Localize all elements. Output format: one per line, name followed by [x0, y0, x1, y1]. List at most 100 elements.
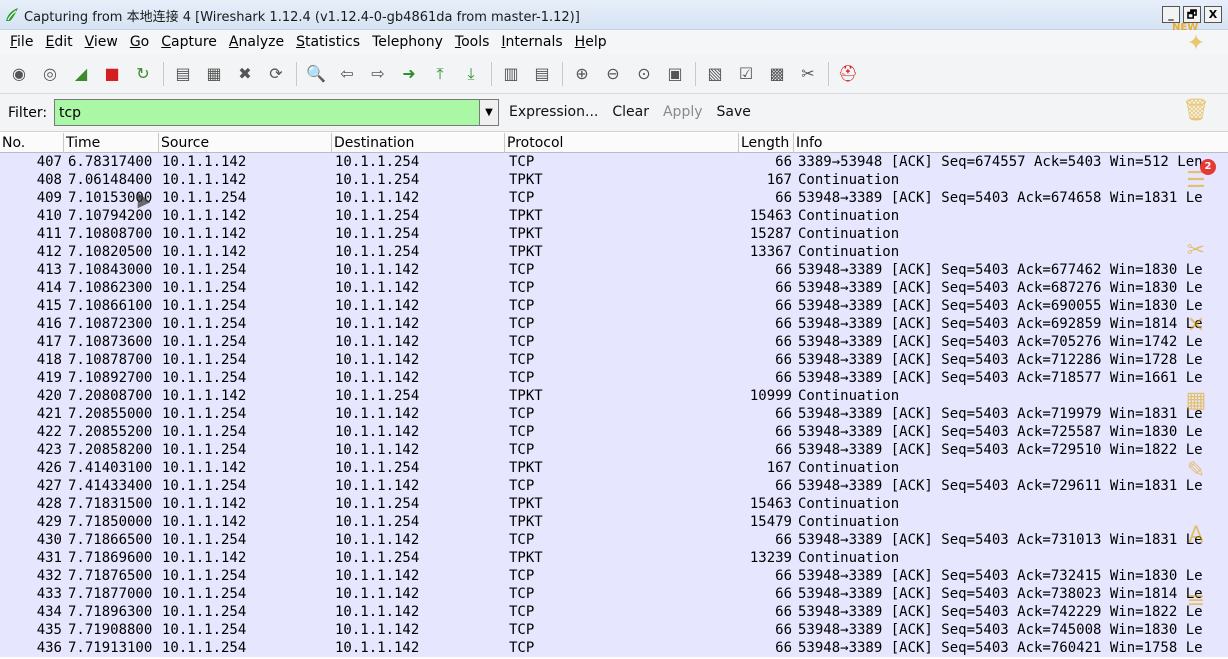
packet-row[interactable]: 409 7.10153000 10.1.1.254 10.1.1.142 TCP 66 53… [0, 189, 1228, 207]
restore-button[interactable]: 🗗 [1183, 6, 1201, 23]
packet-row[interactable]: 422 7.20855200 10.1.1.254 10.1.1.142 TCP 66 53… [0, 423, 1228, 441]
packet-row[interactable]: 408 7.06148400 10.1.1.142 10.1.1.254 TPKT 167… [0, 171, 1228, 189]
go-first-icon[interactable]: ⤒ [427, 61, 453, 87]
packet-row[interactable]: 421 7.20855000 10.1.1.254 10.1.1.142 TCP 66 53… [0, 405, 1228, 423]
cell-no: 429 [36, 514, 62, 530]
column-header-time[interactable]: Time [64, 133, 159, 153]
expression-button[interactable]: Expression... [509, 104, 598, 120]
packet-row[interactable]: 431 7.71869600 10.1.1.142 10.1.1.254 TPKT 132… [0, 549, 1228, 567]
menu-telephony[interactable]: Telephony [366, 34, 449, 50]
clear-button[interactable]: Clear [612, 104, 649, 120]
capture-filters-icon[interactable]: ▧ [702, 61, 728, 87]
menu-capture[interactable]: Capture [155, 34, 223, 50]
menu-help[interactable]: Help [569, 34, 613, 50]
close-file-icon[interactable]: ✖ [232, 61, 258, 87]
reload-icon[interactable]: ⟳ [263, 61, 289, 87]
packet-row[interactable]: 430 7.71866500 10.1.1.254 10.1.1.142 TCP 66 53… [0, 531, 1228, 549]
packet-row[interactable]: 414 7.10862300 10.1.1.254 10.1.1.142 TCP 66 53… [0, 279, 1228, 297]
apply-button[interactable]: Apply [663, 104, 703, 120]
packet-row[interactable]: 429 7.71850000 10.1.1.142 10.1.1.254 TPKT 154… [0, 513, 1228, 531]
display-filters-icon[interactable]: ☑ [733, 61, 759, 87]
packet-row[interactable]: 411 7.10808700 10.1.1.142 10.1.1.254 TPKT 152… [0, 225, 1228, 243]
packet-row[interactable]: 435 7.71908800 10.1.1.254 10.1.1.142 TCP 66 53… [0, 621, 1228, 639]
cell-destination: 10.1.1.142 [335, 622, 420, 638]
column-header-no[interactable]: No. [0, 133, 64, 153]
cell-no: 418 [36, 352, 62, 368]
interface-list-icon[interactable]: ◉ [6, 61, 32, 87]
packet-row[interactable]: 416 7.10872300 10.1.1.254 10.1.1.142 TCP 66 53… [0, 315, 1228, 333]
column-header-length[interactable]: Length [739, 133, 794, 153]
open-file-icon[interactable]: ▤ [170, 61, 196, 87]
zoom-in-icon[interactable]: ⊕ [569, 61, 595, 87]
go-back-icon[interactable]: ⇦ [334, 61, 360, 87]
packet-row[interactable]: 426 7.41403100 10.1.1.142 10.1.1.254 TPKT 167… [0, 459, 1228, 477]
find-packet-icon[interactable]: 🔍 [303, 61, 329, 87]
packet-row[interactable]: 434 7.71896300 10.1.1.254 10.1.1.142 TCP 66 53… [0, 603, 1228, 621]
packet-row[interactable]: 427 7.41433400 10.1.1.254 10.1.1.142 TCP 66 53… [0, 477, 1228, 495]
cell-no: 434 [36, 604, 62, 620]
start-capture-icon[interactable]: ◢ [68, 61, 94, 87]
menu-statistics[interactable]: Statistics [290, 34, 366, 50]
cell-protocol: TCP [509, 334, 535, 350]
packet-row[interactable]: 410 7.10794200 10.1.1.142 10.1.1.254 TPKT 154… [0, 207, 1228, 225]
zoom-out-icon[interactable]: ⊖ [600, 61, 626, 87]
save-file-icon[interactable]: ▦ [201, 61, 227, 87]
column-header-destination[interactable]: Destination [332, 133, 505, 153]
close-button[interactable]: X [1204, 6, 1222, 23]
packet-row[interactable]: 417 7.10873600 10.1.1.254 10.1.1.142 TCP 66 53… [0, 333, 1228, 351]
cell-destination: 10.1.1.142 [335, 424, 420, 440]
cell-source: 10.1.1.142 [162, 550, 247, 566]
packet-row[interactable]: 407 6.78317400 10.1.1.142 10.1.1.254 TCP 66 33… [0, 153, 1228, 171]
menu-internals[interactable]: Internals [495, 34, 568, 50]
packet-row[interactable]: 428 7.71831500 10.1.1.142 10.1.1.254 TPKT 154… [0, 495, 1228, 513]
menu-view[interactable]: View [79, 34, 124, 50]
save-button[interactable]: Save [717, 104, 751, 120]
menu-edit[interactable]: Edit [39, 34, 78, 50]
packet-row[interactable]: 436 7.71913100 10.1.1.254 10.1.1.142 TCP 66 53… [0, 639, 1228, 657]
zoom-normal-icon[interactable]: ⊙ [631, 61, 657, 87]
menu-go[interactable]: Go [124, 34, 155, 50]
cell-no: 410 [36, 208, 62, 224]
packet-row[interactable]: 423 7.20858200 10.1.1.254 10.1.1.142 TCP 66 53… [0, 441, 1228, 459]
filter-dropdown-button[interactable]: ▼ [480, 99, 499, 126]
cell-source: 10.1.1.254 [162, 190, 247, 206]
go-forward-icon[interactable]: ⇨ [365, 61, 391, 87]
packet-row[interactable]: 433 7.71877000 10.1.1.254 10.1.1.142 TCP 66 53… [0, 585, 1228, 603]
auto-scroll-icon[interactable]: ▤ [529, 61, 555, 87]
cell-time: 7.10878700 [68, 352, 153, 368]
column-header-protocol[interactable]: Protocol [505, 133, 739, 153]
colorize-icon[interactable]: ▥ [498, 61, 524, 87]
cell-length: 66 [775, 190, 792, 206]
cell-no: 428 [36, 496, 62, 512]
menu-analyze[interactable]: Analyze [223, 34, 290, 50]
cell-protocol: TPKT [509, 460, 543, 476]
menu-file[interactable]: File [4, 34, 39, 50]
restart-capture-icon[interactable]: ↻ [130, 61, 156, 87]
cell-protocol: TPKT [509, 244, 543, 260]
packet-row[interactable]: 418 7.10878700 10.1.1.254 10.1.1.142 TCP 66 53… [0, 351, 1228, 369]
cell-protocol: TPKT [509, 172, 543, 188]
column-header-source[interactable]: Source [159, 133, 332, 153]
packet-row[interactable]: 419 7.10892700 10.1.1.254 10.1.1.142 TCP 66 53… [0, 369, 1228, 387]
packet-row[interactable]: 415 7.10866100 10.1.1.254 10.1.1.142 TCP 66 53… [0, 297, 1228, 315]
cell-protocol: TPKT [509, 388, 543, 404]
column-header-info[interactable]: Info [794, 133, 1228, 153]
go-to-packet-icon[interactable]: ➜ [396, 61, 422, 87]
packet-row[interactable]: 412 7.10820500 10.1.1.142 10.1.1.254 TPKT 133… [0, 243, 1228, 261]
title-bar: Capturing from 本地连接 4 [Wireshark 1.12.4 … [0, 0, 1228, 30]
go-last-icon[interactable]: ⤓ [458, 61, 484, 87]
minimize-button[interactable]: _ [1162, 6, 1180, 23]
preferences-icon[interactable]: ✂ [795, 61, 821, 87]
coloring-rules-icon[interactable]: ▩ [764, 61, 790, 87]
cell-no: 407 [36, 154, 62, 170]
help-icon[interactable]: ⛑ [835, 61, 861, 87]
display-filter-input[interactable] [54, 99, 480, 126]
resize-columns-icon[interactable]: ▣ [662, 61, 688, 87]
menu-tools[interactable]: Tools [449, 34, 496, 50]
packet-row[interactable]: 413 7.10843000 10.1.1.254 10.1.1.142 TCP 66 53… [0, 261, 1228, 279]
packet-row[interactable]: 420 7.20808700 10.1.1.142 10.1.1.254 TPKT 109… [0, 387, 1228, 405]
cell-destination: 10.1.1.254 [335, 460, 420, 476]
capture-options-icon[interactable]: ◎ [37, 61, 63, 87]
stop-capture-icon[interactable]: ■ [99, 61, 125, 87]
packet-row[interactable]: 432 7.71876500 10.1.1.254 10.1.1.142 TCP 66 53… [0, 567, 1228, 585]
